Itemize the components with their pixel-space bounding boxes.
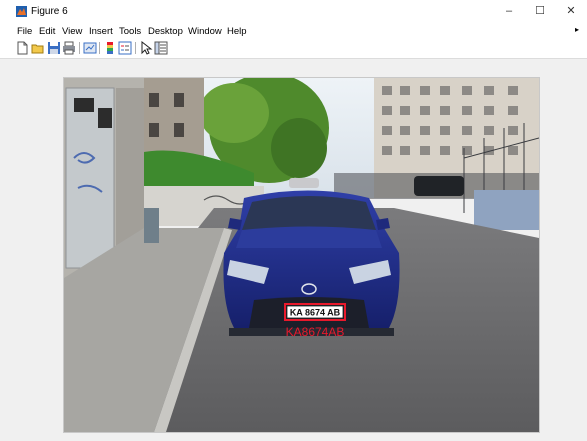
save-icon[interactable] bbox=[47, 41, 61, 55]
minimize-button[interactable]: – bbox=[496, 2, 522, 20]
toolbar bbox=[0, 39, 587, 59]
license-plate-text: KA 8674 AB bbox=[290, 308, 341, 318]
toolbar-separator bbox=[79, 42, 80, 54]
menu-view[interactable]: View bbox=[62, 26, 82, 37]
menu-file[interactable]: File bbox=[17, 26, 32, 37]
insert-colorbar-icon[interactable] bbox=[103, 41, 117, 55]
maximize-button[interactable]: ☐ bbox=[527, 2, 553, 20]
menu-help[interactable]: Help bbox=[227, 26, 247, 37]
matlab-figure-icon bbox=[16, 6, 27, 17]
toolbar-separator bbox=[99, 42, 100, 54]
close-button[interactable]: ✕ bbox=[558, 2, 584, 20]
menu-tools[interactable]: Tools bbox=[119, 26, 141, 37]
title-bar: Figure 6 – ☐ ✕ bbox=[0, 0, 587, 24]
new-figure-icon[interactable] bbox=[15, 41, 29, 55]
link-plot-icon[interactable] bbox=[83, 41, 97, 55]
property-inspector-icon[interactable] bbox=[154, 41, 168, 55]
window-title: Figure 6 bbox=[31, 6, 68, 17]
menu-desktop[interactable]: Desktop bbox=[148, 26, 183, 37]
open-file-icon[interactable] bbox=[31, 41, 45, 55]
menu-overflow-icon[interactable]: ▸ bbox=[575, 25, 579, 34]
menu-bar: File Edit View Insert Tools Desktop Wind… bbox=[0, 24, 587, 39]
edit-plot-icon[interactable] bbox=[139, 41, 153, 55]
menu-window[interactable]: Window bbox=[188, 26, 222, 37]
recognized-plate-label: KA8674AB bbox=[286, 325, 345, 339]
toolbar-separator bbox=[135, 42, 136, 54]
car-photo: KA 8674 AB KA8674AB bbox=[64, 78, 539, 432]
menu-edit[interactable]: Edit bbox=[39, 26, 55, 37]
insert-legend-icon[interactable] bbox=[118, 41, 132, 55]
menu-insert[interactable]: Insert bbox=[89, 26, 113, 37]
figure-axes[interactable]: KA 8674 AB KA8674AB bbox=[63, 77, 540, 433]
print-icon[interactable] bbox=[62, 41, 76, 55]
